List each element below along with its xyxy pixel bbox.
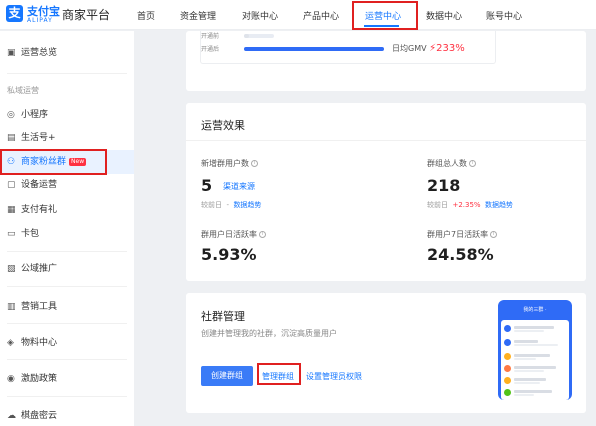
sidebar-item-cloud[interactable]: ☁ 棋盘密云	[0, 404, 134, 426]
top-navigation-bar: 支 支付宝 ALIPAY 商家平台 首页 资金管理 对账中心 产品中心 运营中心…	[0, 0, 596, 30]
total-members-label: 群组总人数 i	[427, 158, 476, 169]
sidebar-item-public-promo[interactable]: ▧ 公域推广	[0, 257, 134, 281]
sidebar-item-label: 小程序	[21, 110, 49, 120]
info-icon[interactable]: i	[469, 160, 476, 167]
materials-icon: ◈	[7, 338, 14, 348]
sidebar-item-card[interactable]: ▭ 卡包	[0, 222, 134, 246]
device-icon: ▢	[7, 180, 16, 190]
sidebar-divider	[7, 251, 127, 252]
data-trend-link[interactable]: 数据趋势	[485, 201, 513, 209]
daily-active-value: 5.93%	[201, 245, 257, 264]
section-title-community: 社群管理	[201, 310, 245, 323]
new-users-compare: 较前日 - 数据趋势	[201, 201, 262, 209]
promotion-icon: ▧	[7, 264, 16, 274]
sidebar-item-overview[interactable]: ▣ 运营总览	[0, 41, 134, 65]
sidebar-item-label: 卡包	[21, 229, 40, 239]
section-title-effect: 运营效果	[201, 119, 245, 132]
sidebar-divider	[7, 323, 127, 324]
data-trend-link[interactable]: 数据趋势	[233, 201, 261, 209]
nav-reconciliation[interactable]: 对账中心	[242, 9, 278, 22]
sidebar-item-label: 公域推广	[21, 264, 58, 274]
nav-funds[interactable]: 资金管理	[180, 9, 216, 22]
sidebar-item-label: 营销工具	[21, 302, 58, 312]
total-members-compare: 较前日 +2.35% 数据趋势	[427, 201, 514, 209]
highlight-box-sidebar	[0, 149, 107, 175]
sidebar-item-label: 激励政策	[21, 374, 58, 384]
life-account-icon: ▤	[7, 133, 16, 143]
brand-subtitle: ALIPAY	[27, 17, 53, 24]
incentive-icon: ◉	[7, 374, 15, 384]
info-icon[interactable]: i	[259, 231, 266, 238]
nav-data[interactable]: 数据中心	[426, 9, 462, 22]
phone-preview-image: 我的三群 ·	[498, 300, 572, 400]
info-icon[interactable]: i	[490, 231, 498, 238]
sidebar-item-label: 生活号+	[21, 133, 56, 143]
before-label: 开通前	[201, 33, 220, 40]
dashboard-icon: ▣	[7, 48, 16, 58]
after-label: 开通后	[201, 46, 220, 53]
sidebar-item-marketing-tools[interactable]: ▥ 营销工具	[0, 295, 134, 319]
weekly-active-value: 24.58%	[427, 245, 494, 264]
sidebar-item-device[interactable]: ▢ 设备运营	[0, 173, 134, 197]
create-group-button[interactable]: 创建群组	[201, 366, 253, 386]
info-icon[interactable]: i	[251, 160, 258, 167]
divider	[186, 140, 586, 141]
sidebar-item-label: 棋盘密云	[21, 411, 58, 421]
sidebar-item-pay-gift[interactable]: ▦ 支付有礼	[0, 198, 134, 222]
sidebar-divider	[7, 286, 127, 287]
sidebar-item-lifeaccount[interactable]: ▤ 生活号+	[0, 126, 134, 150]
community-description: 创建并管理我的社群，沉淀高质量用户	[201, 329, 337, 338]
miniprogram-icon: ◎	[7, 110, 15, 120]
tools-icon: ▥	[7, 302, 16, 312]
weekly-active-label: 群用户7日活跃率 i	[427, 229, 498, 240]
platform-title: 商家平台	[62, 8, 111, 22]
highlight-box-manage	[257, 363, 301, 385]
sidebar-divider	[7, 73, 127, 74]
new-users-value: 5	[201, 176, 213, 195]
after-progress-fill	[244, 47, 384, 51]
gmv-comparison-card	[186, 31, 586, 91]
before-progress-fill	[244, 34, 250, 38]
before-progress-bar	[244, 34, 274, 38]
sidebar-item-label: 支付有礼	[21, 205, 58, 215]
nav-account[interactable]: 账号中心	[486, 9, 522, 22]
channel-source-link[interactable]: 渠道来源	[223, 181, 255, 192]
total-members-value: 218	[427, 176, 461, 195]
new-users-label: 新增群用户数 i	[201, 158, 258, 169]
sidebar-item-incentive[interactable]: ◉ 激励政策	[0, 367, 134, 391]
sidebar-item-materials[interactable]: ◈ 物料中心	[0, 331, 134, 355]
cloud-icon: ☁	[7, 411, 16, 421]
sidebar-item-label: 运营总览	[21, 48, 58, 58]
sidebar-item-label: 物料中心	[21, 338, 58, 348]
nav-products[interactable]: 产品中心	[303, 9, 339, 22]
alipay-logo-icon[interactable]: 支	[6, 5, 23, 22]
admin-permissions-link[interactable]: 设置管理员权限	[306, 371, 362, 382]
highlight-box-nav	[352, 1, 418, 30]
after-progress-bar	[244, 47, 384, 51]
daily-active-label: 群用户日活跃率 i	[201, 229, 266, 240]
sidebar-divider	[7, 396, 127, 397]
sidebar-divider	[7, 359, 127, 360]
sidebar-item-miniprogram[interactable]: ◎ 小程序	[0, 103, 134, 127]
phone-screen	[501, 320, 569, 400]
gift-icon: ▦	[7, 205, 16, 215]
sidebar-section-private: 私域运营	[7, 86, 39, 95]
card-icon: ▭	[7, 229, 16, 239]
gmv-growth: 日均GMV ⚡233%	[392, 43, 465, 54]
phone-title: 我的三群 ·	[523, 307, 547, 313]
nav-home[interactable]: 首页	[137, 9, 155, 22]
sidebar-item-label: 设备运营	[21, 180, 58, 190]
